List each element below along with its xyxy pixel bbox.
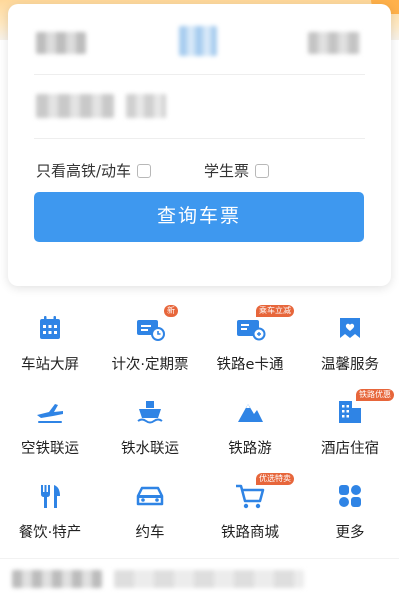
news-item-blurred[interactable] (12, 570, 102, 588)
service-label: 空铁联运 (21, 441, 79, 457)
service-label: 温馨服务 (321, 357, 379, 373)
service-rail-water[interactable]: 铁水联运 (100, 389, 200, 469)
service-rail-travel[interactable]: 铁路游 (200, 389, 300, 469)
service-label: 酒店住宿 (321, 441, 379, 457)
service-more[interactable]: 更多 (300, 473, 399, 553)
service-station-screen[interactable]: 车站大屏 (0, 305, 100, 385)
service-railway-ecard[interactable]: 乘车立减 铁路e卡通 (200, 305, 300, 385)
service-label: 计次·定期票 (111, 357, 189, 373)
from-station-blurred[interactable] (36, 32, 86, 54)
service-dining[interactable]: 餐饮·特产 (0, 473, 100, 553)
student-ticket-option[interactable]: 学生票 (204, 160, 270, 181)
student-ticket-checkbox[interactable] (255, 163, 270, 178)
to-station-blurred[interactable] (308, 32, 360, 54)
high-speed-only-option[interactable]: 只看高铁/动车 (36, 160, 152, 181)
more-grid-icon (339, 485, 361, 507)
fork-knife-icon (41, 485, 60, 508)
mountain-icon (238, 404, 263, 422)
airplane-icon (37, 404, 63, 423)
service-label: 约车 (135, 525, 165, 541)
heart-banner-icon (340, 318, 360, 338)
high-speed-only-label: 只看高铁/动车 (36, 162, 132, 180)
service-label: 更多 (335, 525, 365, 541)
divider (34, 74, 365, 75)
car-icon (136, 486, 164, 506)
divider (34, 138, 365, 139)
service-ride-hailing[interactable]: 约车 (100, 473, 200, 553)
service-hotel[interactable]: 铁路优惠 酒店住宿 (300, 389, 399, 469)
service-railway-mall[interactable]: 优选特卖 铁路商城 (200, 473, 300, 553)
date-blurred[interactable] (36, 94, 114, 118)
calendar-icon (40, 316, 60, 339)
service-warm-service[interactable]: 温馨服务 (300, 305, 399, 385)
service-label: 车站大屏 (21, 357, 79, 373)
divider (0, 558, 399, 559)
high-speed-only-checkbox[interactable] (137, 163, 152, 178)
weekday-blurred (126, 94, 166, 118)
promo-badge: 铁路优惠 (356, 389, 394, 401)
ticket-search-card: 只看高铁/动车 学生票 查询车票 (8, 4, 391, 286)
service-label: 铁路商城 (221, 525, 279, 541)
service-label: 铁路e卡通 (216, 357, 284, 373)
news-text-blurred (114, 570, 304, 588)
promo-badge: 乘车立减 (256, 305, 294, 317)
swap-stations-button[interactable] (179, 26, 217, 56)
ticket-clock-icon (137, 320, 165, 341)
service-label: 铁水联运 (121, 441, 179, 457)
service-periodic-ticket[interactable]: 新 计次·定期票 (100, 305, 200, 385)
search-tickets-button[interactable]: 查询车票 (34, 192, 364, 242)
service-label: 餐饮·特产 (18, 525, 82, 541)
promo-badge: 优选特卖 (256, 473, 294, 485)
student-ticket-label: 学生票 (204, 162, 250, 180)
service-label: 铁路游 (228, 441, 272, 457)
new-badge: 新 (164, 305, 178, 317)
service-air-rail[interactable]: 空铁联运 (0, 389, 100, 469)
ship-icon (137, 401, 163, 424)
